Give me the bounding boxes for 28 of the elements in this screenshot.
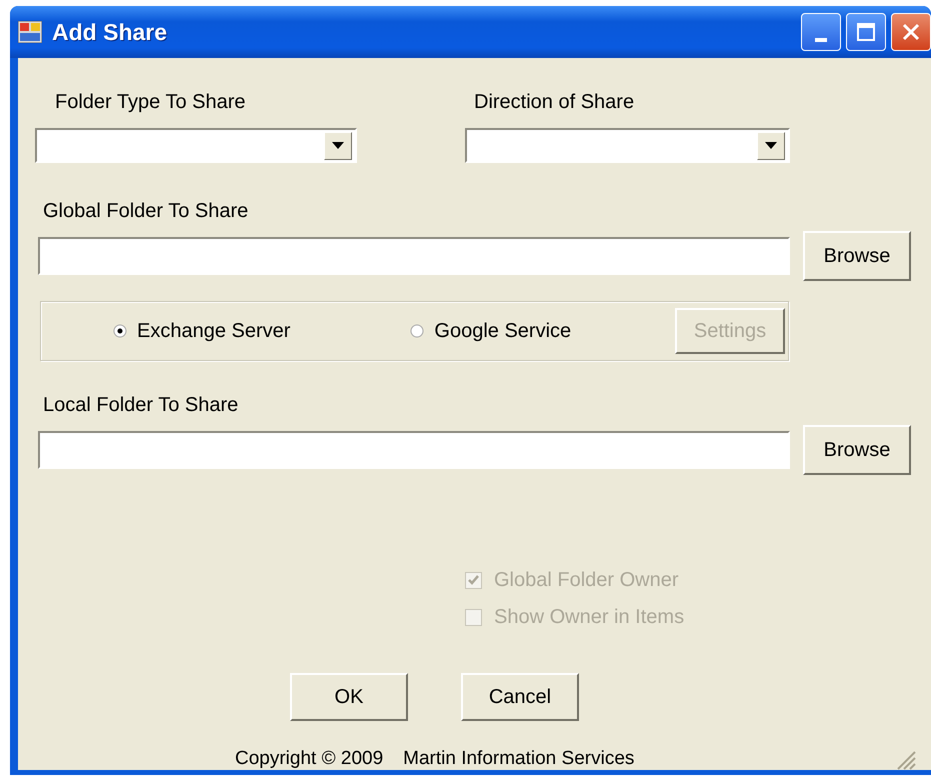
dropdown-button[interactable] [757,132,785,160]
browse-button[interactable]: Browse [803,231,911,281]
copyright-text: Martin Information Services [403,748,634,770]
caret-icon [765,142,777,149]
copyright-text: Copyright © 2009 [235,748,384,770]
field-label: Folder Type To Share [55,90,246,114]
minimize-button[interactable] [801,13,841,51]
radio-option[interactable]: Google Service [410,320,572,342]
window-title: Add Share [52,18,168,46]
browse-button[interactable]: Browse [803,425,911,475]
dropdown-field[interactable] [35,128,357,163]
maximize-icon [857,23,875,41]
cancel-button[interactable]: Cancel [461,673,579,721]
close-button[interactable] [891,13,931,51]
close-icon [902,23,920,41]
field-label: Direction of Share [474,90,636,114]
app-icon [18,21,42,43]
field-label: Global Folder To Share [43,199,250,223]
maximize-button[interactable] [846,13,886,51]
dropdown-field[interactable] [465,128,790,163]
ok-button[interactable]: OK [290,673,408,721]
dropdown-button[interactable] [324,132,352,160]
input-field[interactable] [38,237,790,275]
field-label: Local Folder To Share [43,393,240,417]
radio-option[interactable]: Exchange Server [113,320,290,342]
minimize-icon [815,38,827,42]
caret-icon [332,142,344,149]
input-field[interactable] [38,431,790,469]
